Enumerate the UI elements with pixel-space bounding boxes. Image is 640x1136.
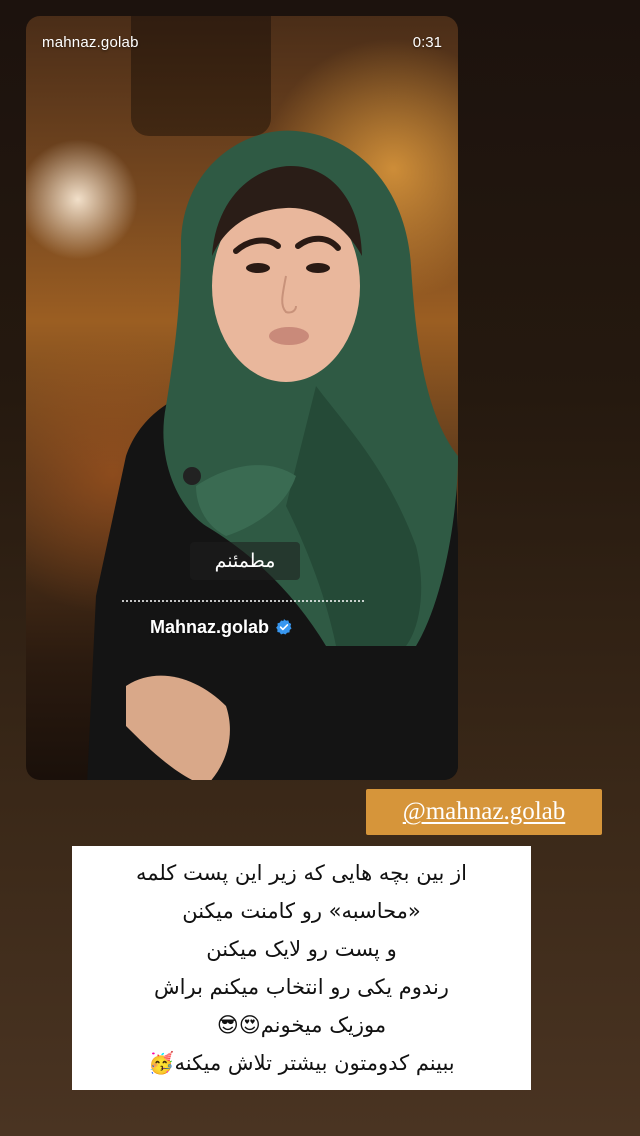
text-line: از بین بچه هایی که زیر این پست کلمه	[135, 861, 468, 885]
watermark-text: Mahnaz.golab	[150, 616, 270, 637]
text-line: «محاسبه» رو کامنت میکنن	[182, 899, 421, 923]
text-line: موزیک میخونم😍😎	[216, 1013, 387, 1037]
video-watermark: Mahnaz.golab	[150, 612, 293, 642]
text-line: و پست رو لایک میکنن	[206, 937, 397, 961]
video-caption: مطمئنم	[190, 542, 300, 580]
story-text-box: از بین بچه هایی که زیر این پست کلمه «محا…	[72, 846, 531, 1090]
person-photo	[87, 130, 458, 780]
story-media[interactable]: mahnaz.golab 0:31 مطمئنم Mahnaz.golab	[26, 16, 458, 780]
verified-badge-icon	[276, 619, 292, 635]
text-line: رندوم یکی رو انتخاب میکنم براش	[154, 975, 449, 999]
story-timestamp: 0:31	[412, 34, 442, 51]
text-line: ببینم کدومتون بیشتر تلاش میکنه🥳	[148, 1051, 455, 1075]
background-decor	[131, 16, 271, 136]
story-username[interactable]: mahnaz.golab	[42, 34, 139, 51]
dotted-divider	[122, 600, 364, 602]
mention-sticker[interactable]: @mahnaz.golab	[366, 789, 602, 835]
